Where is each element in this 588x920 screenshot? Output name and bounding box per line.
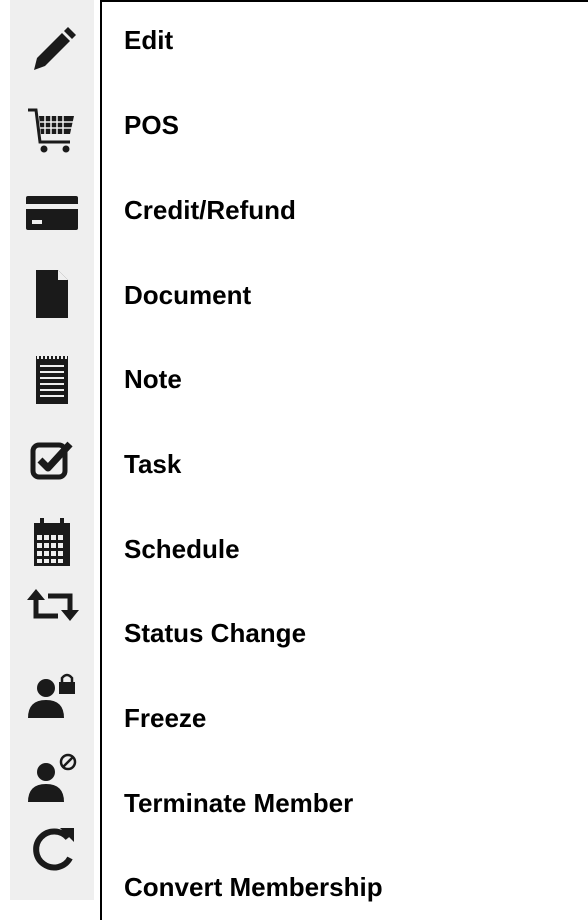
cart-icon[interactable] <box>10 98 94 162</box>
menu-item-freeze[interactable]: Freeze <box>124 703 206 733</box>
action-menu: Edit POS Credit/Refund Document Note Tas… <box>100 0 588 920</box>
menu-item-document[interactable]: Document <box>124 280 251 310</box>
note-icon[interactable] <box>10 348 94 412</box>
user-blocked-icon[interactable] <box>10 744 94 808</box>
refresh-icon[interactable] <box>10 818 94 882</box>
icon-strip <box>10 0 94 900</box>
menu-item-schedule[interactable]: Schedule <box>124 534 240 564</box>
exchange-icon[interactable] <box>10 572 94 636</box>
menu-item-pos[interactable]: POS <box>124 110 179 140</box>
checkbox-icon[interactable] <box>10 428 94 492</box>
menu-item-credit-refund[interactable]: Credit/Refund <box>124 195 296 225</box>
menu-item-task[interactable]: Task <box>124 449 181 479</box>
calendar-icon[interactable] <box>10 510 94 574</box>
menu-item-convert-membership[interactable]: Convert Membership <box>124 872 383 902</box>
menu-item-terminate-member[interactable]: Terminate Member <box>124 788 353 818</box>
credit-card-icon[interactable] <box>10 180 94 244</box>
user-lock-icon[interactable] <box>10 662 94 726</box>
pencil-icon[interactable] <box>10 18 94 82</box>
menu-item-status-change[interactable]: Status Change <box>124 618 306 648</box>
document-icon[interactable] <box>10 262 94 326</box>
menu-item-edit[interactable]: Edit <box>124 25 173 55</box>
menu-item-note[interactable]: Note <box>124 364 182 394</box>
